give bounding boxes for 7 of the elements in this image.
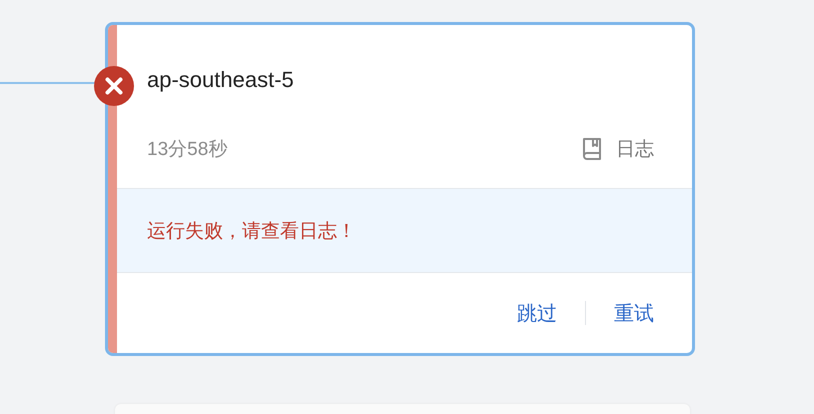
book-icon (582, 136, 602, 160)
error-message: 运行失败，请查看日志！ (147, 220, 356, 244)
log-link[interactable]: 日志 (582, 136, 654, 162)
duration-text: 13分58秒 (147, 138, 228, 162)
action-button[interactable]: 重试 (614, 300, 654, 326)
job-title: ap-southeast-5 (147, 67, 294, 93)
action-button[interactable]: 跳过 (517, 300, 557, 326)
